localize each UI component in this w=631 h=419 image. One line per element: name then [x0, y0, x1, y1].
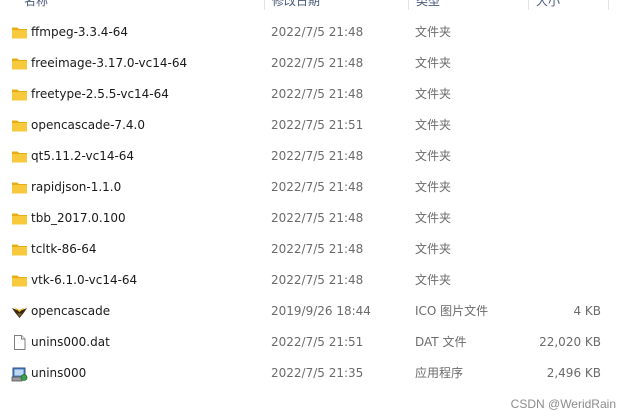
- file-type: 文件夹: [415, 180, 452, 194]
- column-divider[interactable]: [264, 0, 265, 10]
- file-name: freetype-2.5.5-vc14-64: [31, 87, 169, 101]
- file-name: unins000: [31, 366, 87, 380]
- file-modified-date: 2022/7/5 21:48: [271, 149, 364, 163]
- file-name: vtk-6.1.0-vc14-64: [31, 273, 138, 287]
- file-type: 应用程序: [415, 366, 464, 380]
- column-header-name[interactable]: 名称: [20, 0, 48, 10]
- file-row[interactable]: qt5.11.2-vc14-64 2022/7/5 21:48 文件夹: [0, 141, 631, 172]
- file-type: 文件夹: [415, 25, 452, 39]
- file-name: ffmpeg-3.3.4-64: [31, 25, 129, 39]
- file-name: unins000.dat: [31, 335, 110, 349]
- file-name: freeimage-3.17.0-vc14-64: [31, 56, 188, 70]
- file-row[interactable]: tcltk-86-64 2022/7/5 21:48 文件夹: [0, 234, 631, 265]
- folder-icon: [11, 241, 28, 258]
- folder-icon: [11, 210, 28, 227]
- file-modified-date: 2022/7/5 21:51: [271, 335, 364, 349]
- file-modified-date: 2022/7/5 21:48: [271, 25, 364, 39]
- file-modified-date: 2019/9/26 18:44: [271, 304, 371, 318]
- column-header: 名称 修改日期 类型 大小: [0, 0, 631, 10]
- file-row[interactable]: ffmpeg-3.3.4-64 2022/7/5 21:48 文件夹: [0, 17, 631, 48]
- folder-icon: [11, 86, 28, 103]
- column-header-type[interactable]: 类型: [412, 0, 440, 10]
- folder-icon: [11, 148, 28, 165]
- opencascade-logo-icon: [11, 303, 28, 320]
- file-row[interactable]: tbb_2017.0.100 2022/7/5 21:48 文件夹: [0, 203, 631, 234]
- file-row[interactable]: rapidjson-1.1.0 2022/7/5 21:48 文件夹: [0, 172, 631, 203]
- file-modified-date: 2022/7/5 21:48: [271, 87, 364, 101]
- file-row[interactable]: unins000.dat 2022/7/5 21:51 DAT 文件 22,02…: [0, 327, 631, 358]
- blank-file-icon: [11, 334, 28, 351]
- file-row[interactable]: freetype-2.5.5-vc14-64 2022/7/5 21:48 文件…: [0, 79, 631, 110]
- column-header-date[interactable]: 修改日期: [268, 0, 320, 10]
- file-list: ffmpeg-3.3.4-64 2022/7/5 21:48 文件夹 freei…: [0, 17, 631, 389]
- file-modified-date: 2022/7/5 21:48: [271, 211, 364, 225]
- folder-icon: [11, 179, 28, 196]
- file-modified-date: 2022/7/5 21:48: [271, 56, 364, 70]
- file-name: tcltk-86-64: [31, 242, 97, 256]
- column-header-size[interactable]: 大小: [532, 0, 560, 10]
- file-size: 4 KB: [573, 304, 601, 318]
- watermark: CSDN @WeridRain: [510, 397, 616, 411]
- column-divider[interactable]: [528, 0, 529, 10]
- file-type: ICO 图片文件: [415, 304, 489, 318]
- file-modified-date: 2022/7/5 21:48: [271, 242, 364, 256]
- file-type: 文件夹: [415, 87, 452, 101]
- file-type: DAT 文件: [415, 335, 467, 349]
- file-size: 2,496 KB: [546, 366, 601, 380]
- file-type: 文件夹: [415, 242, 452, 256]
- folder-icon: [11, 24, 28, 41]
- column-divider[interactable]: [608, 0, 609, 10]
- file-row[interactable]: vtk-6.1.0-vc14-64 2022/7/5 21:48 文件夹: [0, 265, 631, 296]
- folder-icon: [11, 272, 28, 289]
- file-modified-date: 2022/7/5 21:35: [271, 366, 364, 380]
- file-type: 文件夹: [415, 273, 452, 287]
- file-modified-date: 2022/7/5 21:48: [271, 273, 364, 287]
- file-size: 22,020 KB: [539, 335, 601, 349]
- folder-icon: [11, 117, 28, 134]
- folder-icon: [11, 55, 28, 72]
- column-divider[interactable]: [408, 0, 409, 10]
- file-row[interactable]: freeimage-3.17.0-vc14-64 2022/7/5 21:48 …: [0, 48, 631, 79]
- file-row[interactable]: opencascade 2019/9/26 18:44 ICO 图片文件 4 K…: [0, 296, 631, 327]
- file-row[interactable]: opencascade-7.4.0 2022/7/5 21:51 文件夹: [0, 110, 631, 141]
- file-type: 文件夹: [415, 149, 452, 163]
- file-modified-date: 2022/7/5 21:51: [271, 118, 364, 132]
- file-modified-date: 2022/7/5 21:48: [271, 180, 364, 194]
- file-row[interactable]: unins000 2022/7/5 21:35 应用程序 2,496 KB: [0, 358, 631, 389]
- file-name: qt5.11.2-vc14-64: [31, 149, 135, 163]
- file-type: 文件夹: [415, 56, 452, 70]
- file-type: 文件夹: [415, 211, 452, 225]
- installer-app-icon: [11, 365, 28, 382]
- file-name: tbb_2017.0.100: [31, 211, 126, 225]
- file-type: 文件夹: [415, 118, 452, 132]
- file-name: rapidjson-1.1.0: [31, 180, 122, 194]
- file-name: opencascade-7.4.0: [31, 118, 145, 132]
- file-name: opencascade: [31, 304, 111, 318]
